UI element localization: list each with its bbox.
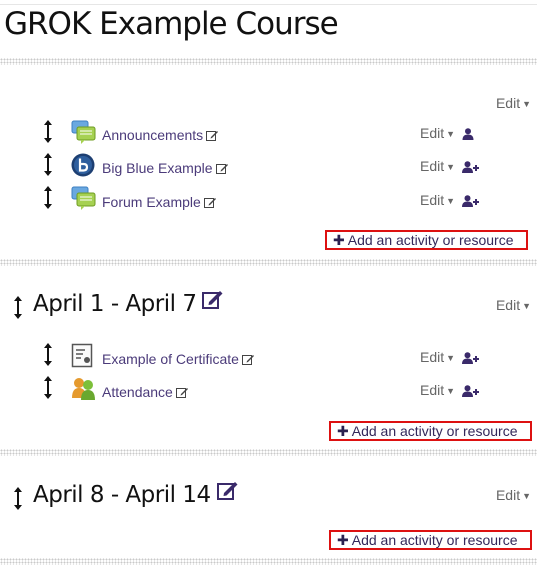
- caret-down-icon: ▼: [522, 99, 531, 109]
- edit-label: Edit: [495, 297, 521, 313]
- caret-down-icon: ▼: [446, 162, 456, 172]
- activity-name: Example of Certificate: [102, 351, 239, 367]
- caret-down-icon: ▼: [446, 386, 456, 396]
- move-handle-icon[interactable]: [43, 151, 53, 181]
- add-activity-button[interactable]: ✚ Add an activity or resource: [325, 230, 528, 250]
- section-title: April 1 - April 7: [33, 289, 224, 317]
- activity-edit-menu[interactable]: Edit ▼: [420, 349, 455, 365]
- caret-down-icon: ▼: [446, 129, 456, 139]
- section-title-text: April 8 - April 14: [33, 482, 211, 508]
- edit-label: Edit: [495, 487, 521, 503]
- activity-link[interactable]: Example of Certificate: [102, 351, 255, 368]
- move-handle-icon[interactable]: [43, 118, 53, 148]
- activity-name: Forum Example: [102, 194, 201, 210]
- edit-title-icon[interactable]: [241, 352, 255, 368]
- edit-label: Edit: [420, 349, 445, 365]
- section-divider: [0, 449, 537, 456]
- edit-title-icon[interactable]: [206, 128, 219, 144]
- add-activity-label: Add an activity or resource: [347, 232, 514, 248]
- section-divider: [0, 58, 537, 65]
- activity-link[interactable]: Announcements: [102, 127, 219, 144]
- section-divider: [0, 259, 537, 266]
- user-icon[interactable]: [462, 127, 474, 145]
- add-activity-button[interactable]: ✚ Add an activity or resource: [329, 421, 532, 441]
- move-section-handle-icon[interactable]: [13, 485, 23, 515]
- caret-down-icon: ▼: [522, 301, 531, 311]
- section-title-text: April 1 - April 7: [33, 291, 197, 317]
- activity-edit-menu[interactable]: Edit ▼: [420, 125, 455, 141]
- section-edit-menu[interactable]: Edit ▼: [496, 95, 531, 111]
- move-handle-icon[interactable]: [43, 374, 53, 404]
- caret-down-icon: ▼: [522, 491, 531, 501]
- move-section-handle-icon[interactable]: [13, 294, 23, 324]
- edit-label: Edit: [420, 158, 445, 174]
- edit-label: Edit: [420, 125, 445, 141]
- section-title: April 8 - April 14: [33, 480, 239, 508]
- top-border: [0, 4, 537, 5]
- edit-label: Edit: [495, 95, 521, 111]
- caret-down-icon: ▼: [446, 353, 456, 363]
- add-activity-label: Add an activity or resource: [351, 423, 518, 439]
- add-user-icon[interactable]: [462, 160, 479, 178]
- move-handle-icon[interactable]: [43, 184, 53, 214]
- add-activity-label: Add an activity or resource: [351, 532, 518, 548]
- activity-name: Attendance: [102, 384, 173, 400]
- activity-link[interactable]: Big Blue Example: [102, 160, 229, 177]
- add-activity-button[interactable]: ✚ Add an activity or resource: [329, 530, 532, 550]
- edit-title-icon[interactable]: [175, 385, 189, 401]
- activity-link[interactable]: Attendance: [102, 384, 189, 401]
- plus-icon: ✚: [337, 531, 349, 548]
- activity-edit-menu[interactable]: Edit ▼: [420, 382, 455, 398]
- plus-icon: ✚: [337, 422, 349, 439]
- section-edit-menu[interactable]: Edit ▼: [496, 297, 531, 313]
- add-user-icon[interactable]: [462, 351, 479, 369]
- activity-edit-menu[interactable]: Edit ▼: [420, 192, 455, 208]
- activity-link[interactable]: Forum Example: [102, 194, 217, 211]
- course-title: GROK Example Course: [4, 6, 339, 42]
- edit-title-icon[interactable]: [203, 195, 217, 211]
- edit-title-icon[interactable]: [215, 161, 229, 177]
- activity-name: Announcements: [102, 127, 204, 143]
- caret-down-icon: ▼: [446, 196, 456, 206]
- attendance-icon: [71, 376, 97, 402]
- certificate-icon: [71, 343, 97, 369]
- forum-icon: [71, 186, 97, 212]
- bigbluebutton-icon: [71, 153, 97, 179]
- edit-label: Edit: [420, 192, 445, 208]
- forum-icon: [71, 120, 97, 146]
- section-divider: [0, 558, 537, 565]
- edit-section-title-icon[interactable]: [216, 480, 239, 506]
- add-user-icon[interactable]: [462, 384, 479, 402]
- plus-icon: ✚: [333, 231, 345, 248]
- edit-label: Edit: [420, 382, 445, 398]
- section-edit-menu[interactable]: Edit ▼: [496, 487, 531, 503]
- move-handle-icon[interactable]: [43, 341, 53, 371]
- add-user-icon[interactable]: [462, 194, 479, 212]
- activity-edit-menu[interactable]: Edit ▼: [420, 158, 455, 174]
- activity-name: Big Blue Example: [102, 160, 213, 176]
- edit-section-title-icon[interactable]: [202, 289, 224, 315]
